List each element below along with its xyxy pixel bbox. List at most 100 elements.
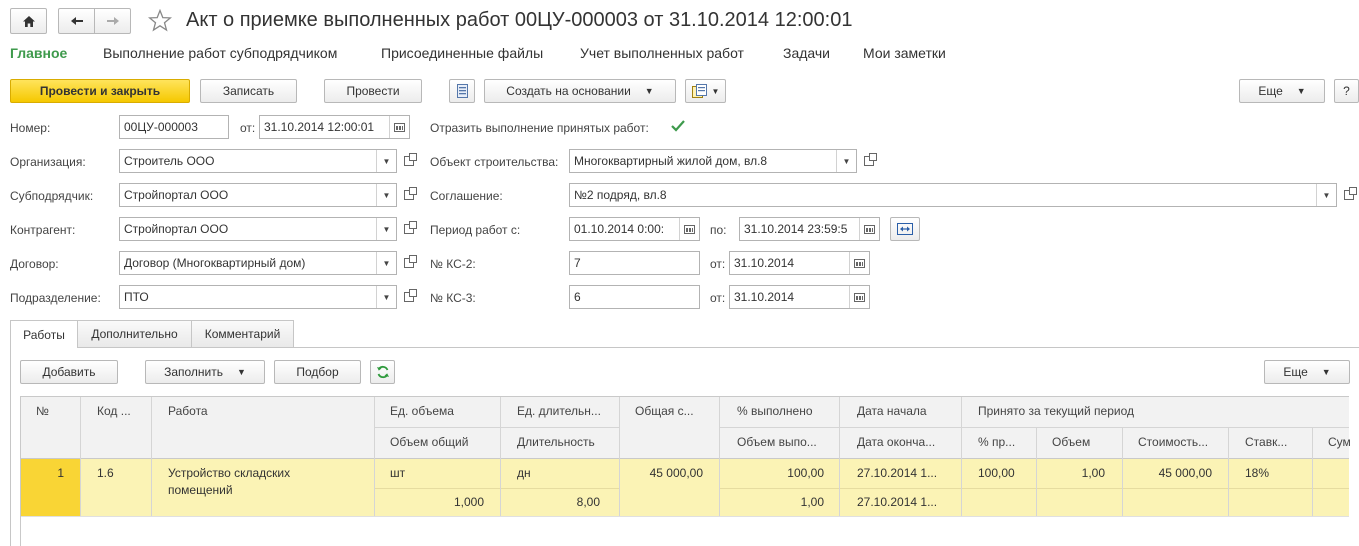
- col-num-header[interactable]: №: [36, 404, 49, 418]
- open-department-icon[interactable]: [400, 285, 418, 309]
- period-to-label: по:: [710, 223, 727, 237]
- open-contract-icon[interactable]: [400, 251, 418, 275]
- calendar-icon[interactable]: [389, 116, 409, 138]
- report-icon: [691, 84, 707, 98]
- post-and-close-button[interactable]: Провести и закрыть: [10, 79, 190, 103]
- back-button[interactable]: [58, 8, 95, 34]
- cell-volume: 1,00: [1081, 466, 1105, 480]
- col-work-header[interactable]: Работа: [168, 404, 208, 418]
- create-based-on-button[interactable]: Создать на основании ▼: [484, 79, 676, 103]
- organization-value: Строитель ООО: [124, 154, 215, 168]
- col-volume-done-header[interactable]: Объем выпо...: [737, 435, 817, 449]
- open-counterparty-icon[interactable]: [400, 217, 418, 241]
- nav-main[interactable]: Главное: [10, 45, 67, 61]
- organization-field[interactable]: Строитель ООО ▼: [119, 149, 397, 173]
- arrow-right-icon: [106, 17, 119, 25]
- col-date-end-header[interactable]: Дата оконча...: [857, 435, 935, 449]
- department-label: Подразделение:: [10, 291, 101, 305]
- chevron-down-icon: ▼: [1321, 367, 1331, 377]
- more-button[interactable]: Еще ▼: [1239, 79, 1325, 103]
- ks3-date-field[interactable]: 31.10.2014: [729, 285, 870, 309]
- dropdown-arrow-icon[interactable]: ▼: [836, 150, 856, 172]
- forward-button[interactable]: [94, 8, 131, 34]
- col-unit-duration-header[interactable]: Ед. длительн...: [517, 404, 612, 418]
- help-button[interactable]: ?: [1334, 79, 1359, 103]
- structure-button[interactable]: [449, 79, 475, 103]
- dropdown-arrow-icon[interactable]: ▼: [376, 218, 396, 240]
- col-pct-accepted-header[interactable]: % пр...: [978, 435, 1015, 449]
- post-button[interactable]: Провести: [324, 79, 422, 103]
- ks3-value: 6: [574, 290, 581, 304]
- ks2-date-field[interactable]: 31.10.2014: [729, 251, 870, 275]
- open-object-icon[interactable]: [860, 149, 878, 173]
- calendar-icon[interactable]: [849, 286, 869, 308]
- cell-pct-done: 100,00: [787, 466, 824, 480]
- calendar-icon[interactable]: [679, 218, 699, 240]
- cell-code: 1.6: [97, 466, 114, 480]
- home-button[interactable]: [10, 8, 47, 34]
- dropdown-arrow-icon[interactable]: ▼: [376, 286, 396, 308]
- col-rate-header[interactable]: Ставк...: [1245, 435, 1287, 449]
- ks2-date-label: от:: [710, 257, 726, 271]
- dropdown-arrow-icon[interactable]: ▼: [376, 184, 396, 206]
- date-field[interactable]: 31.10.2014 12:00:01: [259, 115, 410, 139]
- open-organization-icon[interactable]: [400, 149, 418, 173]
- chevron-down-icon: ▼: [711, 86, 720, 96]
- nav-subcontractor-work[interactable]: Выполнение работ субподрядчиком: [103, 45, 337, 61]
- tab-comment[interactable]: Комментарий: [191, 320, 294, 347]
- period-select-button[interactable]: [890, 217, 920, 241]
- agreement-label: Соглашение:: [430, 189, 503, 203]
- tab-additional[interactable]: Дополнительно: [77, 320, 192, 347]
- dropdown-arrow-icon[interactable]: ▼: [376, 150, 396, 172]
- col-date-start-header[interactable]: Дата начала: [857, 404, 927, 418]
- dropdown-arrow-icon[interactable]: ▼: [376, 252, 396, 274]
- create-based-on-label: Создать на основании: [506, 84, 631, 98]
- col-unit-volume-header[interactable]: Ед. объема: [390, 404, 454, 418]
- ks3-date-value: 31.10.2014: [734, 290, 795, 304]
- department-field[interactable]: ПТО ▼: [119, 285, 397, 309]
- col-sum-header[interactable]: Сум: [1328, 435, 1351, 449]
- fill-button[interactable]: Заполнить ▼: [145, 360, 265, 384]
- col-duration-header[interactable]: Длительность: [517, 435, 595, 449]
- dropdown-arrow-icon[interactable]: ▼: [1316, 184, 1336, 206]
- open-agreement-icon[interactable]: [1340, 183, 1358, 207]
- favorite-star-icon[interactable]: [147, 8, 173, 35]
- tab-works[interactable]: Работы: [10, 320, 78, 348]
- col-pct-done-header[interactable]: % выполнено: [737, 404, 813, 418]
- agreement-value: №2 подряд, вл.8: [574, 188, 667, 202]
- counterparty-field[interactable]: Стройпортал ООО ▼: [119, 217, 397, 241]
- ks2-field[interactable]: 7: [569, 251, 700, 275]
- col-code-header[interactable]: Код ...: [97, 404, 131, 418]
- print-button[interactable]: ▼: [685, 79, 726, 103]
- contract-field[interactable]: Договор (Многоквартирный дом) ▼: [119, 251, 397, 275]
- pick-button[interactable]: Подбор: [274, 360, 361, 384]
- refresh-button[interactable]: [370, 360, 395, 384]
- add-button[interactable]: Добавить: [20, 360, 118, 384]
- nav-attached-files[interactable]: Присоединенные файлы: [381, 45, 543, 61]
- cell-num: 1: [57, 466, 64, 480]
- number-field[interactable]: 00ЦУ-000003: [119, 115, 229, 139]
- col-volume-header[interactable]: Объем: [1052, 435, 1090, 449]
- reflect-checkbox[interactable]: [670, 118, 686, 134]
- more-label: Еще: [1258, 84, 1283, 98]
- period-from-field[interactable]: 01.10.2014 0:00:: [569, 217, 700, 241]
- subcontractor-field[interactable]: Стройпортал ООО ▼: [119, 183, 397, 207]
- ks3-field[interactable]: 6: [569, 285, 700, 309]
- nav-notes[interactable]: Мои заметки: [863, 45, 946, 61]
- period-to-field[interactable]: 31.10.2014 23:59:5: [739, 217, 880, 241]
- save-button[interactable]: Записать: [200, 79, 297, 103]
- table-more-button[interactable]: Еще ▼: [1264, 360, 1350, 384]
- col-total-cost-header[interactable]: Общая с...: [635, 404, 694, 418]
- refresh-icon: [376, 365, 389, 379]
- table-more-label: Еще: [1283, 365, 1308, 379]
- agreement-field[interactable]: №2 подряд, вл.8 ▼: [569, 183, 1337, 207]
- nav-work-accounting[interactable]: Учет выполненных работ: [580, 45, 744, 61]
- subcontractor-label: Субподрядчик:: [10, 189, 94, 203]
- col-volume-total-header[interactable]: Объем общий: [390, 435, 468, 449]
- nav-tasks[interactable]: Задачи: [783, 45, 830, 61]
- open-subcontractor-icon[interactable]: [400, 183, 418, 207]
- calendar-icon[interactable]: [849, 252, 869, 274]
- object-field[interactable]: Многоквартирный жилой дом, вл.8 ▼: [569, 149, 857, 173]
- col-cost-header[interactable]: Стоимость...: [1138, 435, 1208, 449]
- calendar-icon[interactable]: [859, 218, 879, 240]
